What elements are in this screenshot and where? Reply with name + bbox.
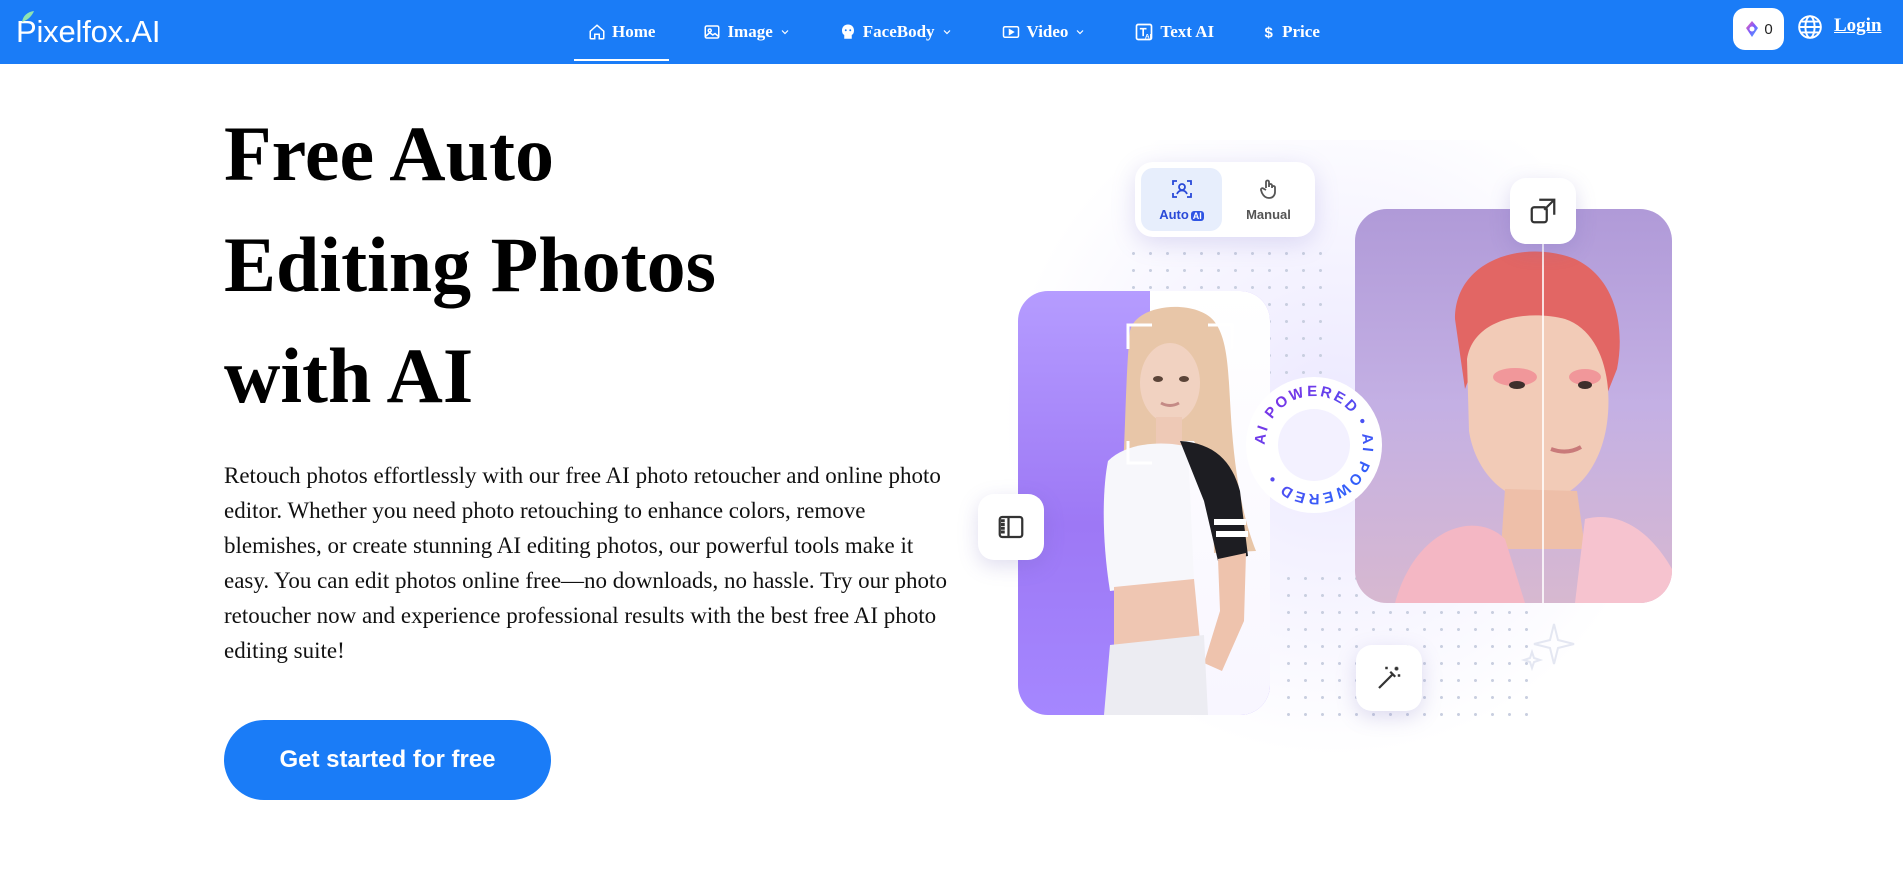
image-icon (704, 25, 720, 39)
after-photo-card (1355, 209, 1672, 603)
hero-title-line: Editing Photos (224, 221, 716, 308)
get-started-button[interactable]: Get started for free (224, 720, 551, 800)
svg-text:$: $ (1265, 24, 1274, 41)
nav-text-ai-label: Text AI (1160, 22, 1215, 41)
nav-price-label: Price (1282, 22, 1320, 41)
leaf-icon (22, 11, 34, 22)
sparkle-icon (1520, 623, 1575, 672)
before-photo-card (1018, 291, 1270, 715)
chevron-down-icon (943, 30, 950, 35)
brand-name: Pixelfox.AI (16, 14, 161, 49)
nav-video-label: Video (1026, 22, 1069, 41)
magic-wand-button[interactable] (1356, 645, 1422, 711)
credit-gem-icon (1746, 21, 1759, 37)
hero-illustration: Auto AI Manual AI POWERED • AI POWERED • (960, 140, 1700, 780)
mode-switch-card: Auto AI Manual (1135, 162, 1315, 237)
ai-powered-badge: AI POWERED • AI POWERED • (1246, 377, 1382, 513)
credits-badge[interactable]: 0 (1733, 8, 1784, 50)
nav-video[interactable]: Video (987, 0, 1101, 64)
globe-icon[interactable] (1797, 14, 1823, 40)
mode-auto-label: Auto (1159, 207, 1189, 222)
face-scan-icon (1171, 180, 1192, 198)
hero-title-line: with AI (224, 332, 474, 419)
svg-text:AI: AI (1145, 34, 1152, 41)
top-navbar: Pixelfox.AI Home Image FaceBody Video AI… (0, 0, 1903, 64)
video-icon (1002, 26, 1019, 38)
face-icon (841, 24, 854, 39)
expand-icon (1530, 198, 1556, 224)
hero-description: Retouch photos effortlessly with our fre… (224, 463, 947, 663)
hand-pointer-icon (1259, 179, 1276, 199)
nav-home[interactable]: Home (574, 0, 670, 64)
nav-home-label: Home (612, 22, 656, 41)
dollar-icon: $ (1265, 24, 1274, 41)
portrait-illustration (1103, 306, 1256, 715)
hero-title-line: Free Auto (224, 110, 554, 197)
nav-facebody[interactable]: FaceBody (825, 0, 967, 64)
mode-manual-button[interactable]: Manual (1228, 168, 1309, 231)
compare-divider[interactable] (1542, 209, 1544, 603)
magic-wand-icon (1378, 666, 1401, 689)
portrait-illustration (1395, 251, 1672, 603)
brand-logo[interactable]: Pixelfox.AI (16, 11, 161, 52)
hero-title: Free Auto Editing Photos with AI (224, 98, 844, 431)
login-link[interactable]: Login (1834, 15, 1882, 37)
text-ai-icon: AI (1136, 23, 1153, 41)
nav-text-ai[interactable]: AI Text AI (1120, 0, 1228, 64)
mode-manual-label: Manual (1246, 207, 1291, 222)
main-nav: Home Image FaceBody Video AI Text AI $ P… (574, 0, 1354, 64)
home-icon (589, 24, 605, 40)
compare-icon (998, 515, 1024, 539)
nav-image-label: Image (727, 22, 773, 41)
credits-count: 0 (1764, 20, 1773, 38)
mode-auto-button[interactable]: Auto AI (1141, 168, 1222, 231)
nav-image[interactable]: Image (689, 0, 804, 64)
chevron-down-icon (781, 30, 789, 35)
nav-facebody-label: FaceBody (862, 22, 935, 41)
chevron-down-icon (1076, 30, 1084, 35)
ai-badge: AI (1190, 211, 1204, 221)
nav-price[interactable]: $ Price (1248, 0, 1334, 64)
compare-button[interactable] (978, 494, 1044, 560)
expand-button[interactable] (1510, 178, 1576, 244)
